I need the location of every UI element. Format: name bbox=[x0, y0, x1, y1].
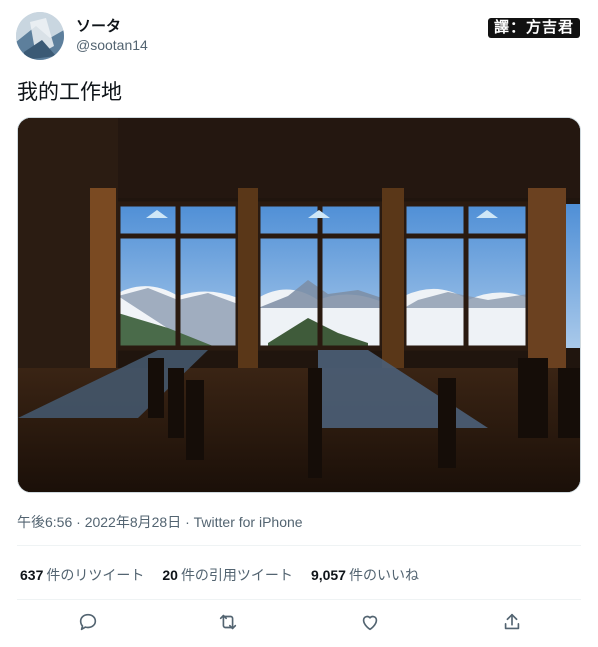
retweet-icon bbox=[219, 614, 237, 630]
like-button[interactable] bbox=[359, 611, 383, 635]
watermark-label: 譯：方吉君 bbox=[487, 18, 580, 38]
quotes-stat[interactable]: 20 件の引用ツイート bbox=[162, 565, 293, 585]
author-display-name[interactable]: ソータ bbox=[76, 15, 121, 36]
author-handle[interactable]: @sootan14 bbox=[76, 37, 148, 53]
reply-button[interactable] bbox=[77, 611, 101, 635]
tweet-text: 我的工作地 bbox=[17, 81, 122, 104]
tweet-photo[interactable] bbox=[17, 117, 581, 493]
likes-label: 件のいいね bbox=[348, 567, 419, 583]
mountain-hut-dining-room-image bbox=[18, 118, 580, 492]
avatar[interactable] bbox=[16, 12, 64, 60]
share-button[interactable] bbox=[501, 611, 525, 635]
retweets-stat[interactable]: 637 件のリツイート bbox=[20, 565, 144, 585]
reply-icon bbox=[79, 613, 97, 631]
retweet-button[interactable] bbox=[217, 611, 241, 635]
avatar-image bbox=[16, 12, 64, 60]
divider bbox=[17, 599, 581, 600]
likes-count: 9,057 bbox=[310, 567, 346, 583]
likes-stat[interactable]: 9,057 件のいいね bbox=[311, 565, 419, 585]
share-icon bbox=[504, 613, 520, 630]
tweet-stats: 637 件のリツイート 20 件の引用ツイート 9,057 件のいいね bbox=[20, 565, 437, 585]
retweets-count: 637 bbox=[20, 567, 44, 583]
divider bbox=[17, 545, 581, 546]
tweet-timestamp-source[interactable]: 午後6:56 · 2022年8月28日 · Twitter for iPhone bbox=[17, 512, 303, 532]
quotes-count: 20 bbox=[162, 567, 178, 583]
retweets-label: 件のリツイート bbox=[46, 567, 145, 583]
tweet-actions bbox=[17, 603, 581, 643]
quotes-label: 件の引用ツイート bbox=[180, 567, 293, 583]
heart-icon bbox=[362, 615, 378, 631]
